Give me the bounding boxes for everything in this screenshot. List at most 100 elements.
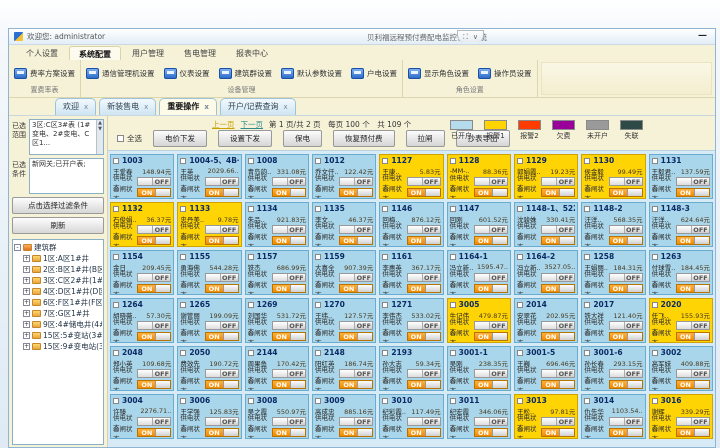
switch-toggle-on[interactable]: ON: [205, 428, 239, 437]
room-checkbox[interactable]: [382, 206, 388, 212]
next-page-link[interactable]: 下一页: [241, 119, 264, 130]
room-checkbox[interactable]: [315, 254, 321, 260]
supply-toggle-off[interactable]: OFF: [676, 417, 710, 426]
supply-toggle-off[interactable]: OFF: [272, 321, 306, 330]
tree-node-8[interactable]: +15区:5#变站(3#...: [14, 330, 102, 341]
supply-toggle-off[interactable]: OFF: [407, 225, 441, 234]
supply-toggle-off[interactable]: OFF: [676, 225, 710, 234]
switch-toggle-on[interactable]: ON: [339, 380, 373, 389]
supply-toggle-off[interactable]: OFF: [609, 321, 643, 330]
scrollbar[interactable]: ▲▼: [96, 120, 103, 154]
switch-toggle-on[interactable]: ON: [205, 284, 239, 293]
room-checkbox[interactable]: [113, 254, 119, 260]
expand-icon[interactable]: +: [23, 321, 30, 328]
room-checkbox[interactable]: [517, 206, 523, 212]
switch-toggle-on[interactable]: ON: [474, 188, 508, 197]
switch-toggle-on[interactable]: ON: [541, 284, 575, 293]
switch-toggle-on[interactable]: ON: [407, 284, 441, 293]
tab-close-icon[interactable]: x: [204, 104, 209, 110]
switch-toggle-on[interactable]: ON: [676, 380, 710, 389]
room-checkbox[interactable]: [113, 350, 119, 356]
switch-toggle-on[interactable]: ON: [137, 236, 171, 245]
switch-toggle-on[interactable]: ON: [137, 428, 171, 437]
tab-close-icon[interactable]: x: [284, 104, 288, 110]
switch-toggle-on[interactable]: ON: [474, 380, 508, 389]
room-checkbox[interactable]: [517, 302, 523, 308]
switch-toggle-on[interactable]: ON: [609, 188, 643, 197]
switch-toggle-on[interactable]: ON: [339, 332, 373, 341]
tree-node-9[interactable]: +15区:9#变电站(3...: [14, 341, 102, 352]
toolbar-button-2[interactable]: 设置下发: [218, 130, 272, 147]
room-checkbox[interactable]: [584, 206, 590, 212]
ribbon-button[interactable]: 操作员设置: [478, 68, 532, 79]
room-checkbox[interactable]: [517, 350, 523, 356]
room-checkbox[interactable]: [382, 350, 388, 356]
room-checkbox[interactable]: [113, 302, 119, 308]
tree-root[interactable]: - 建筑群: [14, 242, 102, 253]
switch-toggle-on[interactable]: ON: [272, 188, 306, 197]
switch-toggle-on[interactable]: ON: [609, 332, 643, 341]
supply-toggle-off[interactable]: OFF: [272, 225, 306, 234]
switch-toggle-on[interactable]: ON: [676, 332, 710, 341]
supply-toggle-off[interactable]: OFF: [541, 369, 575, 378]
switch-toggle-on[interactable]: ON: [474, 428, 508, 437]
room-checkbox[interactable]: [450, 398, 456, 404]
expand-icon[interactable]: +: [23, 255, 30, 262]
room-checkbox[interactable]: [517, 254, 523, 260]
tab-4[interactable]: 开户/记费查询x: [220, 98, 296, 115]
room-checkbox[interactable]: [382, 302, 388, 308]
expand-icon[interactable]: +: [23, 288, 30, 295]
supply-toggle-off[interactable]: OFF: [205, 369, 239, 378]
supply-toggle-off[interactable]: OFF: [137, 273, 171, 282]
room-checkbox[interactable]: [652, 302, 658, 308]
tab-2[interactable]: 新装售电x: [99, 98, 156, 115]
supply-toggle-off[interactable]: OFF: [609, 225, 643, 234]
scope-listbox[interactable]: 3区:C区3#表 (1#变电、2#变电、C区1... ▲▼: [29, 119, 104, 155]
tree-node-6[interactable]: +7区:G区1#井: [14, 308, 102, 319]
room-checkbox[interactable]: [248, 158, 254, 164]
supply-toggle-off[interactable]: OFF: [137, 225, 171, 234]
room-checkbox[interactable]: [450, 158, 456, 164]
switch-toggle-on[interactable]: ON: [676, 236, 710, 245]
ribbon-button[interactable]: 建筑群设置: [219, 68, 273, 79]
switch-toggle-on[interactable]: ON: [609, 284, 643, 293]
room-checkbox[interactable]: [315, 350, 321, 356]
supply-toggle-off[interactable]: OFF: [137, 321, 171, 330]
switch-toggle-on[interactable]: ON: [407, 332, 441, 341]
toolbar-button-1[interactable]: 电价下发: [153, 130, 207, 147]
ribbon-button[interactable]: 通信管理机设置: [86, 68, 155, 79]
switch-toggle-on[interactable]: ON: [609, 428, 643, 437]
supply-toggle-off[interactable]: OFF: [407, 273, 441, 282]
room-checkbox[interactable]: [584, 254, 590, 260]
supply-toggle-off[interactable]: OFF: [609, 369, 643, 378]
supply-toggle-off[interactable]: OFF: [609, 273, 643, 282]
room-checkbox[interactable]: [382, 254, 388, 260]
supply-toggle-off[interactable]: OFF: [407, 177, 441, 186]
tab-3[interactable]: 重要操作x: [159, 98, 217, 115]
expand-icon[interactable]: +: [23, 277, 30, 284]
switch-toggle-on[interactable]: ON: [474, 332, 508, 341]
tree-node-4[interactable]: +4区:D区1#井(D区...: [14, 286, 102, 297]
switch-toggle-on[interactable]: ON: [609, 236, 643, 245]
room-checkbox[interactable]: [652, 206, 658, 212]
fullscreen-icon[interactable]: ⛶: [463, 32, 468, 42]
expand-icon[interactable]: +: [23, 299, 30, 306]
switch-toggle-on[interactable]: ON: [137, 332, 171, 341]
refresh-button[interactable]: 刷新: [12, 217, 104, 234]
supply-toggle-off[interactable]: OFF: [205, 225, 239, 234]
room-checkbox[interactable]: [315, 206, 321, 212]
switch-toggle-on[interactable]: ON: [205, 188, 239, 197]
room-checkbox[interactable]: [248, 302, 254, 308]
supply-toggle-off[interactable]: OFF: [339, 417, 373, 426]
supply-toggle-off[interactable]: OFF: [339, 273, 373, 282]
switch-toggle-on[interactable]: ON: [407, 236, 441, 245]
toolbar-button-3[interactable]: 保电: [283, 130, 322, 147]
switch-toggle-on[interactable]: ON: [137, 284, 171, 293]
tree-node-3[interactable]: +3区:C区2#井(1#...: [14, 275, 102, 286]
tree-node-7[interactable]: +9区:4#储电井(4#...: [14, 319, 102, 330]
supply-toggle-off[interactable]: OFF: [137, 369, 171, 378]
collapse-icon[interactable]: -: [14, 244, 21, 251]
supply-toggle-off[interactable]: OFF: [339, 321, 373, 330]
room-checkbox[interactable]: [315, 398, 321, 404]
switch-toggle-on[interactable]: ON: [137, 380, 171, 389]
